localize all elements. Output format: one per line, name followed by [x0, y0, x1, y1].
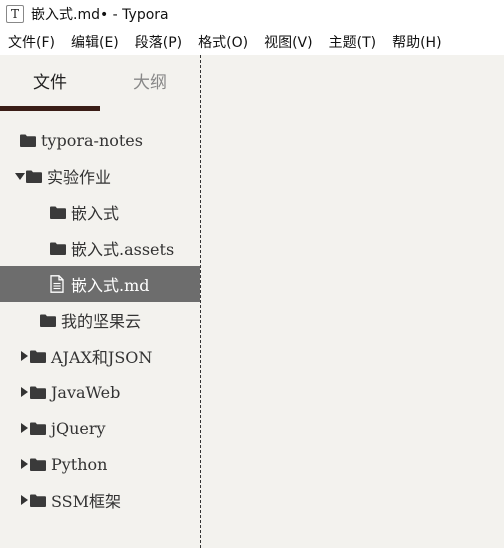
folder-icon — [20, 134, 36, 147]
caret-right-icon[interactable] — [18, 495, 30, 505]
folder-icon — [30, 422, 46, 435]
window-title: 嵌入式.md• - Typora — [31, 7, 169, 23]
tree-folder-item[interactable]: jQuery — [0, 410, 200, 446]
tree-folder-item[interactable]: typora-notes — [0, 122, 200, 158]
file-icon — [50, 275, 66, 293]
tree-item-label: SSM框架 — [51, 492, 122, 511]
folder-icon — [30, 350, 46, 363]
title-bar: T 嵌入式.md• - Typora — [0, 0, 504, 28]
editor-area[interactable] — [201, 55, 504, 548]
menu-paragraph[interactable]: 段落(P) — [127, 32, 190, 52]
tree-folder-item[interactable]: 嵌入式.assets — [0, 230, 200, 266]
typora-app-icon: T — [6, 5, 24, 23]
caret-down-icon[interactable] — [14, 172, 26, 180]
tab-files[interactable]: 文件 — [0, 55, 100, 111]
menu-format[interactable]: 格式(O) — [190, 32, 256, 52]
menu-file[interactable]: 文件(F) — [0, 32, 63, 52]
tree-item-label: 嵌入式 — [71, 204, 120, 223]
tab-outline[interactable]: 大纲 — [100, 55, 200, 111]
caret-right-icon[interactable] — [18, 387, 30, 397]
folder-icon — [40, 314, 56, 327]
menu-bar: 文件(F) 编辑(E) 段落(P) 格式(O) 视图(V) 主题(T) 帮助(H… — [0, 28, 504, 55]
sidebar-tabs: 文件 大纲 — [0, 55, 200, 111]
tree-item-label: JavaWeb — [51, 382, 121, 402]
caret-right-icon[interactable] — [18, 459, 30, 469]
caret-right-icon[interactable] — [18, 423, 30, 433]
tree-folder-item[interactable]: 嵌入式 — [0, 194, 200, 230]
tree-item-label: Python — [51, 454, 108, 474]
tree-item-label: 实验作业 — [47, 168, 112, 187]
caret-right-icon[interactable] — [18, 351, 30, 361]
sidebar: 文件 大纲 typora-notes 实验作业嵌入式嵌入式.assets 嵌入式.m… — [0, 55, 200, 548]
menu-view[interactable]: 视图(V) — [256, 32, 321, 52]
tree-folder-item[interactable]: 实验作业 — [0, 158, 200, 194]
tree-item-label: AJAX和JSON — [51, 348, 153, 367]
menu-help[interactable]: 帮助(H) — [384, 32, 449, 52]
tree-folder-item[interactable]: JavaWeb — [0, 374, 200, 410]
folder-icon — [50, 206, 66, 219]
tree-item-label: 嵌入式.assets — [71, 240, 175, 259]
tree-file-item[interactable]: 嵌入式.md — [0, 266, 200, 302]
tree-item-label: typora-notes — [41, 130, 143, 150]
menu-edit[interactable]: 编辑(E) — [63, 32, 127, 52]
folder-icon — [30, 458, 46, 471]
folder-icon — [26, 170, 42, 183]
tree-folder-item[interactable]: 我的坚果云 — [0, 302, 200, 338]
tree-item-label: 嵌入式.md — [71, 276, 150, 295]
menu-themes[interactable]: 主题(T) — [321, 32, 384, 52]
tree-folder-item[interactable]: Python — [0, 446, 200, 482]
folder-icon — [30, 494, 46, 507]
tree-folder-item[interactable]: SSM框架 — [0, 482, 200, 518]
tree-folder-item[interactable]: AJAX和JSON — [0, 338, 200, 374]
folder-icon — [30, 386, 46, 399]
tree-item-label: 我的坚果云 — [61, 312, 142, 331]
folder-icon — [50, 242, 66, 255]
tree-item-label: jQuery — [51, 418, 106, 438]
